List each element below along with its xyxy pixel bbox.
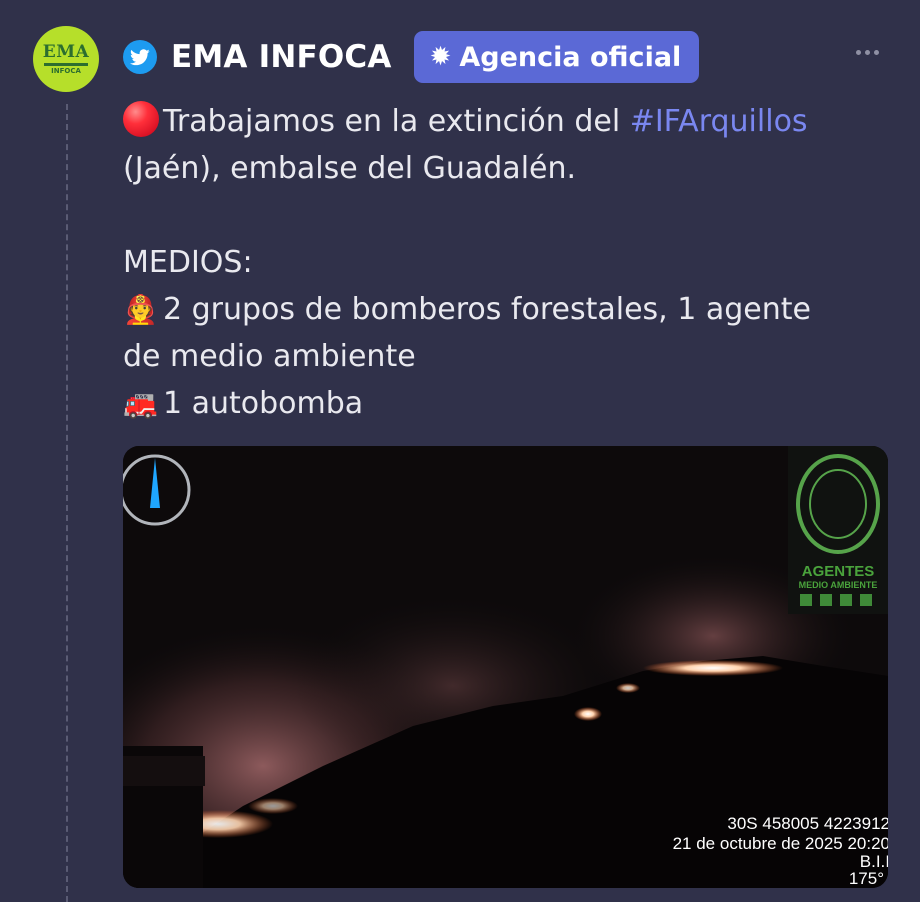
tweet-line-truck: 🚒 1 autobomba (123, 380, 893, 427)
svg-text:AGENTES: AGENTES (802, 563, 875, 580)
svg-text:MEDIO AMBIENTE: MEDIO AMBIENTE (799, 580, 878, 590)
official-agency-badge[interactable]: ✹ Agencia oficial (413, 31, 700, 83)
twitter-bird-icon (123, 40, 157, 74)
tweet-line-firefighters: 🧑‍🚒 2 grupos de bomberos forestales, 1 ag… (123, 286, 893, 333)
more-horizontal-icon[interactable] (856, 50, 879, 55)
hashtag-link[interactable]: #IFArquillos (630, 104, 808, 139)
coords-overlay: 30S 458005 4223912 (727, 814, 888, 833)
tweet: EMA INFOCA EMA INFOCA ✹ Agencia oficial … (0, 0, 920, 902)
media-image[interactable]: AGENTES MEDIO AMBIENTE 30S 458005 422391… (123, 446, 888, 888)
firefighter-icon: 🧑‍🚒 (123, 293, 158, 326)
tweet-text: Trabajamos en la extinción del #IFArquil… (123, 98, 893, 427)
red-circle-icon (123, 101, 159, 137)
avatar-divider (44, 63, 88, 66)
agentes-medio-ambiente-logo: AGENTES MEDIO AMBIENTE (788, 446, 888, 614)
avatar-logo-text: EMA (42, 42, 90, 62)
date-overlay: 21 de octubre de 2025 20:20 (672, 834, 888, 853)
author-name[interactable]: EMA INFOCA (171, 39, 392, 75)
firefighters-text: 2 grupos de bomberos forestales, 1 agent… (163, 292, 811, 327)
truck-text: 1 autobomba (163, 386, 364, 421)
medios-header: MEDIOS: (123, 245, 253, 280)
verified-gear-icon: ✹ (429, 42, 452, 72)
avatar-logo-subtext: INFOCA (51, 67, 81, 75)
fire-truck-icon: 🚒 (123, 387, 158, 420)
avatar[interactable]: EMA INFOCA (33, 26, 99, 92)
tweet-line-firefighters-cont: de medio ambiente (123, 339, 416, 374)
thread-line (66, 104, 68, 902)
tweet-line-1: Trabajamos en la extinción del #IFArquil… (123, 98, 893, 145)
badge-label: Agencia oficial (459, 41, 682, 73)
tweet-line-2: (Jaén), embalse del Guadalén. (123, 151, 577, 186)
tweet-text-segment: Trabajamos en la extinción del (163, 104, 630, 139)
heading-overlay: 175° (848, 869, 884, 888)
tweet-header: EMA INFOCA ✹ Agencia oficial (123, 31, 700, 83)
